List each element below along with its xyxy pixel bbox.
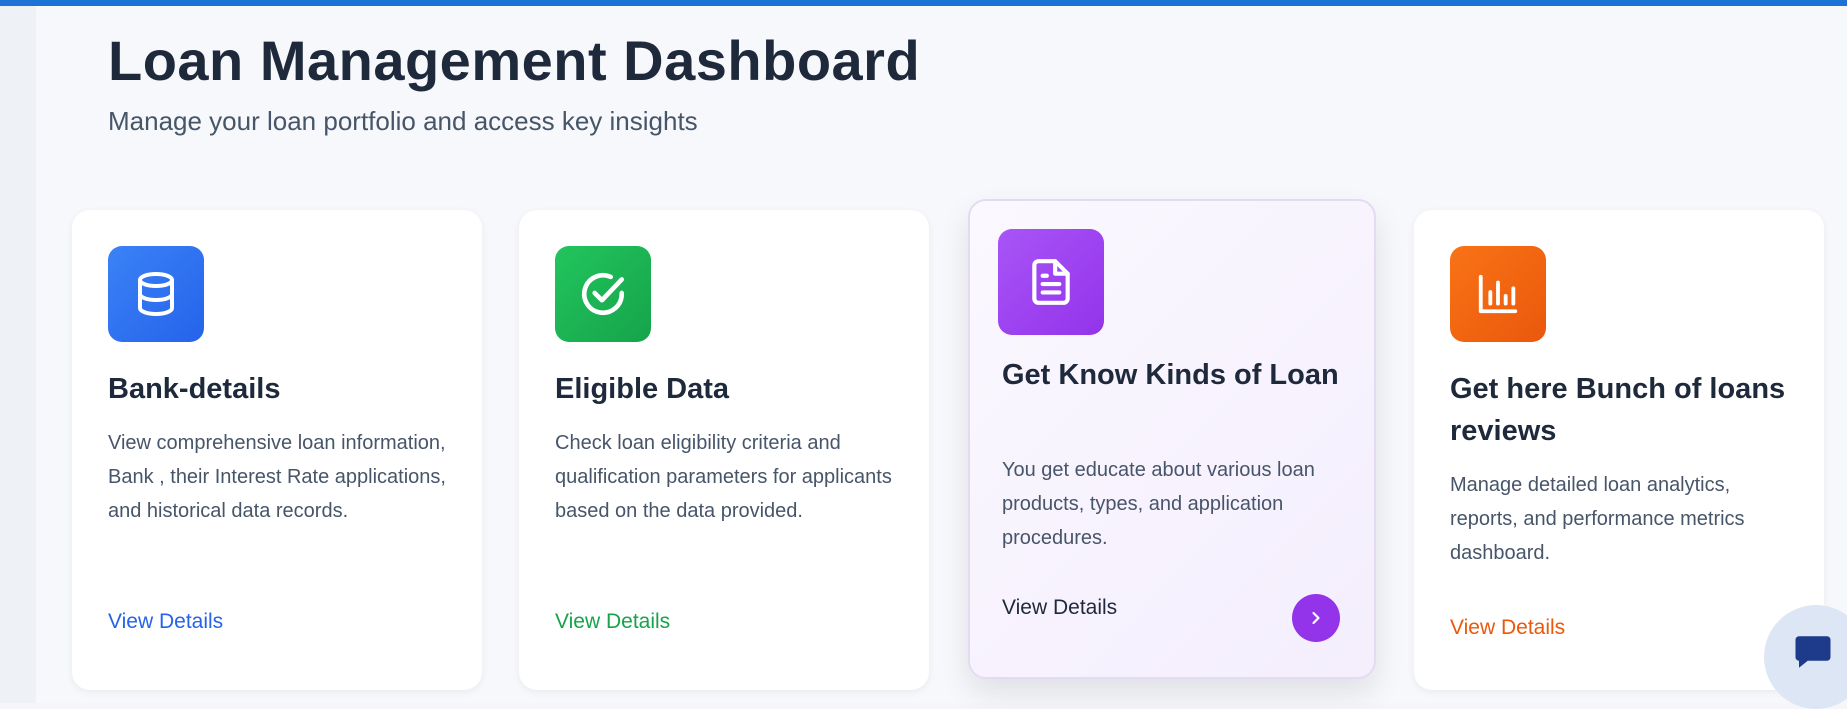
view-details-link[interactable]: View Details [108,610,223,634]
view-details-link[interactable]: View Details [1450,616,1565,640]
card-description: Check loan eligibility criteria and qual… [555,432,892,522]
card-eligible-data[interactable]: Eligible Data Check loan eligibility cri… [519,210,929,690]
card-loan-reviews[interactable]: Get here Bunch of loans reviews Manage d… [1414,210,1824,690]
view-details-link[interactable]: View Details [1002,596,1117,620]
chevron-right-icon[interactable] [1292,594,1340,642]
page-subtitle: Manage your loan portfolio and access ke… [108,106,698,136]
left-sidebar-strip [0,6,36,703]
card-description: Manage detailed loan analytics, reports,… [1450,474,1745,564]
card-description: View comprehensive loan information, Ban… [108,432,446,522]
bar-chart-icon [1450,246,1546,342]
chat-bubble-icon [1792,631,1834,678]
card-description: You get educate about various loan produ… [1002,459,1315,549]
page-title: Loan Management Dashboard [108,29,921,92]
database-icon [108,246,204,342]
card-kinds-of-loan[interactable]: Get Know Kinds of Loan You get educate a… [968,199,1376,679]
card-bank-details[interactable]: Bank-details View comprehensive loan inf… [72,210,482,690]
card-title: Get Know Kinds of Loan [1002,359,1339,391]
card-title: Bank-details [108,373,281,405]
card-title: Get here Bunch of loans reviews [1450,373,1786,447]
card-title: Eligible Data [555,373,730,405]
check-circle-icon [555,246,651,342]
view-details-link[interactable]: View Details [555,610,670,634]
document-icon [998,229,1104,335]
